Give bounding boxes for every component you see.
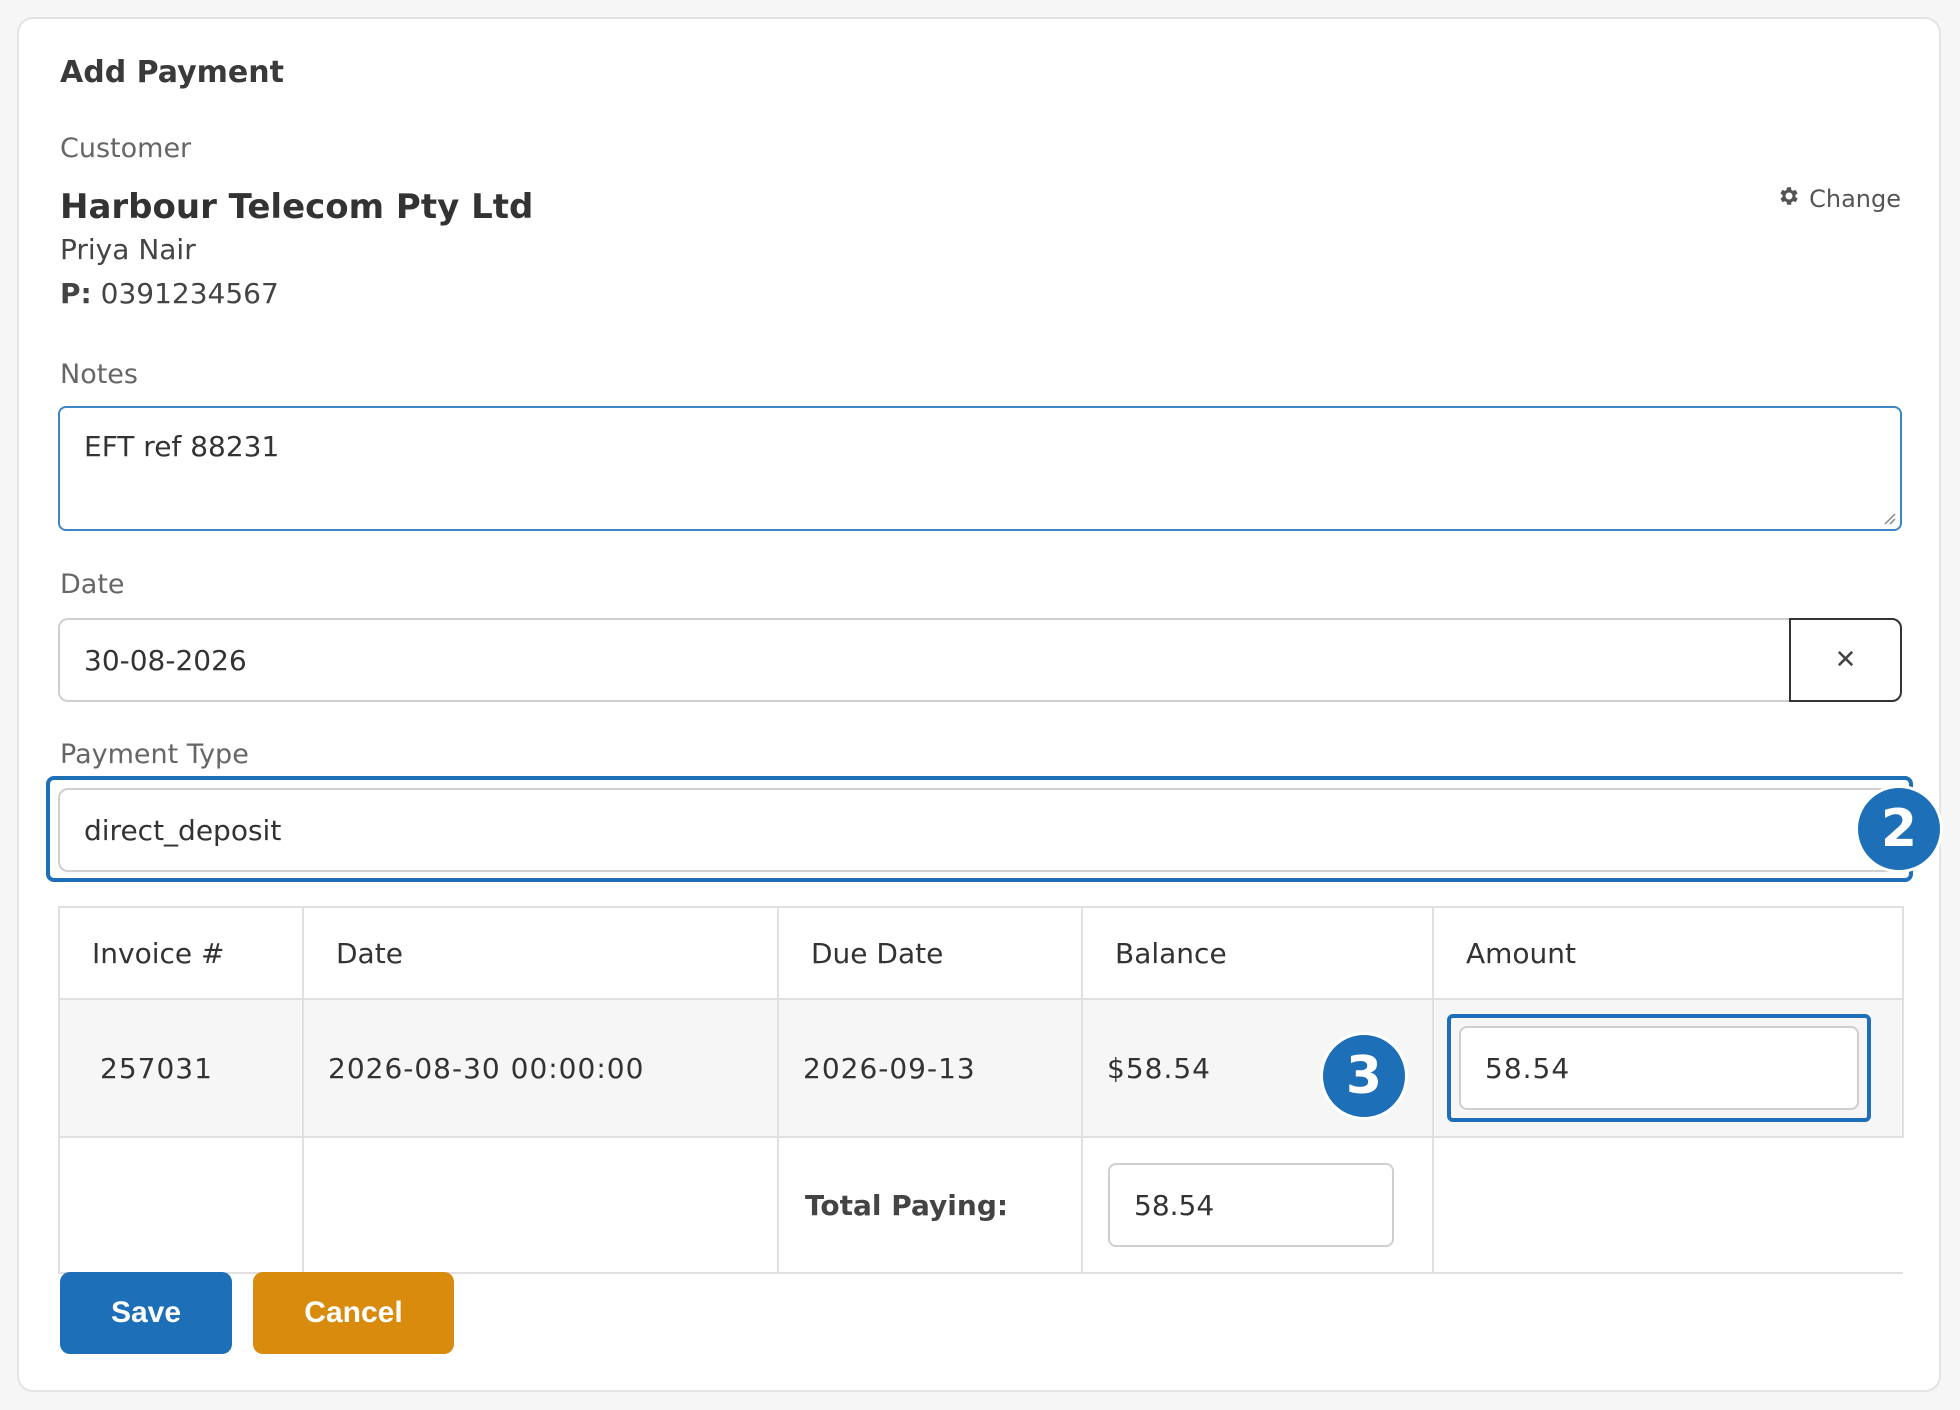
payment-type-label: Payment Type — [60, 739, 249, 770]
phone-number: 0391234567 — [100, 277, 279, 310]
header-due-date: Due Date — [777, 906, 1083, 1000]
customer-name: Harbour Telecom Pty Ltd — [60, 187, 534, 227]
header-balance: Balance — [1081, 906, 1434, 1000]
customer-phone: P: 0391234567 — [60, 277, 279, 310]
date-value: 30-08-2026 — [84, 644, 247, 677]
header-amount: Amount — [1432, 906, 1904, 1000]
customer-label: Customer — [60, 133, 192, 164]
customer-contact: Priya Nair — [60, 233, 196, 266]
date-label: Date — [60, 569, 125, 600]
invoice-date: 2026-08-30 00:00:00 — [302, 998, 779, 1138]
close-icon: ✕ — [1834, 645, 1857, 675]
empty-cell — [58, 1136, 304, 1274]
empty-cell — [302, 1136, 779, 1274]
clear-date-button[interactable]: ✕ — [1789, 618, 1902, 702]
header-date: Date — [302, 906, 779, 1000]
save-button[interactable]: Save — [60, 1272, 232, 1354]
amount-input[interactable]: 58.54 — [1459, 1026, 1859, 1110]
total-paying-label: Total Paying: — [777, 1136, 1083, 1274]
notes-textarea[interactable]: EFT ref 88231 — [58, 406, 1902, 531]
change-customer-link[interactable]: Change — [1777, 184, 1901, 214]
empty-cell — [1432, 1136, 1903, 1274]
change-label: Change — [1809, 185, 1901, 213]
payment-type-value: direct_deposit — [84, 814, 282, 847]
amount-value: 58.54 — [1485, 1052, 1571, 1085]
notes-value: EFT ref 88231 — [84, 430, 280, 463]
invoice-due-date: 2026-09-13 — [777, 998, 1083, 1138]
total-row: Total Paying: 58.54 — [58, 1136, 1903, 1274]
resize-grip-icon[interactable] — [1882, 511, 1896, 525]
table-header-row: Invoice # Date Due Date Balance Amount — [58, 906, 1904, 1000]
invoice-number: 257031 — [58, 998, 304, 1138]
total-paying-value: 58.54 — [1134, 1189, 1215, 1222]
payment-type-select[interactable]: direct_deposit — [58, 788, 1902, 872]
add-payment-card: Add Payment Customer Harbour Telecom Pty… — [17, 17, 1943, 1392]
amount-cell: 58.54 — [1432, 998, 1904, 1138]
step-badge-3: 3 — [1320, 1032, 1408, 1120]
gear-icon — [1777, 184, 1801, 214]
cancel-button[interactable]: Cancel — [253, 1272, 454, 1354]
date-input[interactable]: 30-08-2026 — [58, 618, 1828, 702]
phone-label: P: — [60, 277, 92, 310]
step-badge-2: 2 — [1855, 785, 1943, 873]
amount-highlight: 58.54 — [1447, 1014, 1871, 1122]
card-title: Add Payment — [60, 55, 284, 90]
total-cell: 58.54 — [1081, 1136, 1434, 1274]
invoice-table: Invoice # Date Due Date Balance Amount 2… — [58, 906, 1904, 1274]
notes-label: Notes — [60, 359, 138, 390]
table-row: 257031 2026-08-30 00:00:00 2026-09-13 $5… — [58, 998, 1904, 1138]
total-paying-input[interactable]: 58.54 — [1108, 1163, 1394, 1247]
header-invoice: Invoice # — [58, 906, 304, 1000]
